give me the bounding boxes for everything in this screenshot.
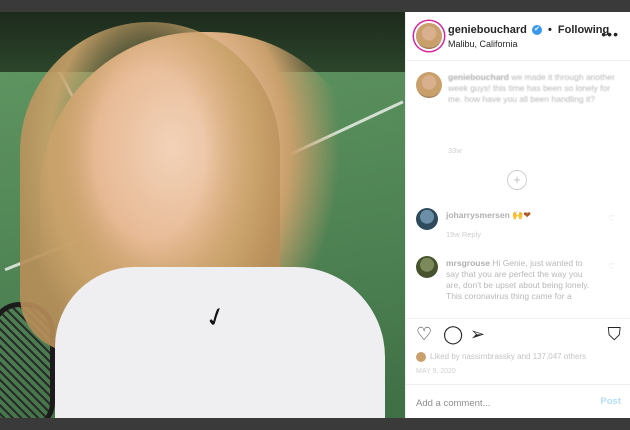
- post-date[interactable]: MAY 9, 2020: [416, 368, 456, 375]
- save-bookmark-icon[interactable]: ⛉: [608, 325, 622, 343]
- comment-username[interactable]: joharrysmersen: [446, 210, 510, 220]
- header-user-line: geniebouchard ✔ • Following: [448, 24, 609, 36]
- comment-bubble-icon[interactable]: ◯: [443, 325, 463, 343]
- post-sidebar: geniebouchard ✔ • Following Malibu, Cali…: [405, 12, 630, 418]
- comment-text: joharrysmersen 🙌❤: [446, 210, 596, 221]
- post-header: geniebouchard ✔ • Following Malibu, Cali…: [406, 12, 630, 61]
- verified-badge-icon: ✔: [531, 25, 542, 36]
- likes-summary[interactable]: Liked by nassimbrassky and 137,047 other…: [416, 352, 621, 366]
- comment-like-icon[interactable]: ♡: [608, 262, 615, 271]
- likes-text: Liked by nassimbrassky and 137,047 other…: [430, 352, 587, 362]
- separator-dot: •: [547, 24, 552, 36]
- comment-avatar[interactable]: [416, 208, 438, 230]
- header-username[interactable]: geniebouchard: [448, 24, 527, 36]
- avatar[interactable]: [416, 23, 442, 49]
- share-paper-plane-icon[interactable]: ➢: [470, 325, 485, 343]
- comment-like-icon[interactable]: ♡: [608, 214, 615, 223]
- post-photo[interactable]: ✓: [0, 12, 405, 418]
- caption-timestamp[interactable]: 33w: [448, 146, 462, 155]
- liker-avatar: [416, 352, 426, 362]
- comments-list[interactable]: geniebouchard we made it through another…: [406, 60, 630, 318]
- location-link[interactable]: Malibu, California: [448, 39, 518, 49]
- add-comment-input[interactable]: [414, 391, 588, 415]
- comment-emoji: 🙌❤: [512, 210, 531, 220]
- comment-meta[interactable]: 19w Reply: [446, 230, 481, 239]
- post-comment-button[interactable]: Post: [600, 396, 621, 407]
- comment-text: mrsgrouse Hi Genie, just wanted to say t…: [446, 258, 596, 302]
- comment-avatar[interactable]: [416, 256, 438, 278]
- comment-username[interactable]: mrsgrouse: [446, 258, 490, 268]
- caption-text: geniebouchard we made it through another…: [448, 72, 618, 105]
- person-shirt: [55, 267, 385, 418]
- caption-username[interactable]: geniebouchard: [448, 72, 509, 82]
- post-modal: ✓ geniebouchard ✔ • Following Malibu, Ca…: [0, 12, 630, 418]
- like-heart-icon[interactable]: ♡: [416, 325, 432, 343]
- load-more-comments-icon[interactable]: +: [507, 170, 527, 190]
- more-options-icon[interactable]: •••: [601, 26, 619, 42]
- caption-avatar[interactable]: [416, 72, 442, 98]
- add-comment-bar: Post: [406, 384, 630, 419]
- action-bar: ♡ ◯ ➢ ⛉: [406, 318, 630, 349]
